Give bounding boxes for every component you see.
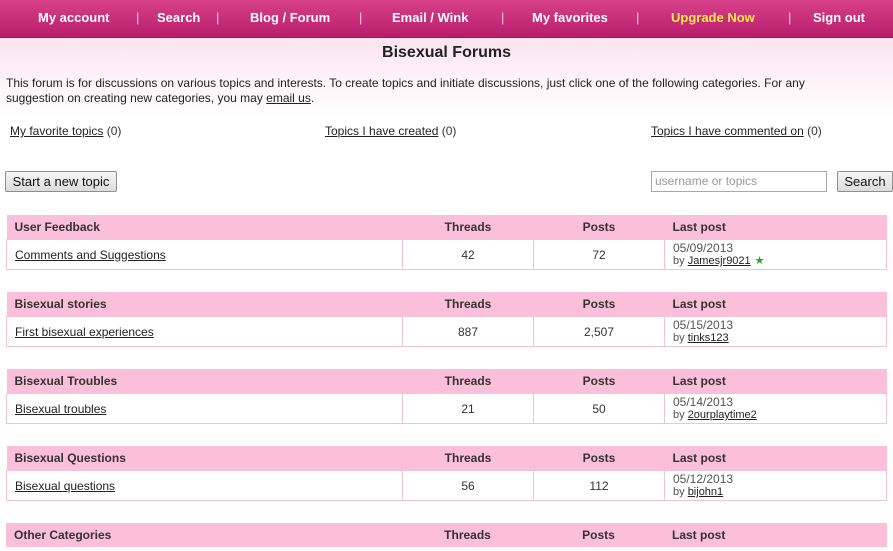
posts-count: 50: [533, 393, 665, 424]
nav-separator: |: [636, 10, 640, 25]
threads-header: Threads: [402, 292, 534, 317]
last-post-cell: 05/15/2013 by tinks123: [664, 316, 887, 347]
posts-count: 2,507: [533, 316, 665, 347]
commented-topics-link[interactable]: Topics I have commented on: [651, 124, 804, 138]
search-input[interactable]: username or topics: [651, 171, 827, 192]
nav-blog-forum[interactable]: Blog / Forum: [250, 10, 330, 25]
last-post-header: Last post: [664, 369, 887, 394]
category-table: Bisexual Troubles Threads Posts Last pos…: [6, 369, 887, 424]
posts-header: Posts: [533, 292, 665, 317]
table-row: First bisexual experiences 887 2,507 05/…: [6, 316, 887, 347]
last-post-date: 05/15/2013: [673, 318, 734, 332]
posts-count: 72: [533, 239, 665, 270]
topic-link[interactable]: Comments and Suggestions: [15, 248, 166, 262]
favorite-topics-link[interactable]: My favorite topics: [10, 124, 103, 138]
intro-end: .: [310, 91, 315, 105]
created-topics-count: (0): [441, 124, 457, 138]
start-new-topic-button[interactable]: Start a new topic: [5, 171, 117, 192]
category-name[interactable]: Other Categories: [6, 523, 402, 547]
nav-separator: |: [136, 10, 140, 25]
nav-separator: |: [501, 10, 505, 25]
category-header: Bisexual Troubles Threads Posts Last pos…: [6, 369, 887, 394]
last-post-header: Last post: [664, 292, 887, 317]
intro-text: This forum is for discussions on various…: [6, 76, 866, 106]
last-post-header: Last post: [664, 523, 887, 547]
last-post-date: 05/09/2013: [673, 241, 734, 255]
last-post-user[interactable]: 2ourplaytime2: [688, 409, 757, 421]
category-name[interactable]: Bisexual Questions: [6, 446, 403, 471]
last-post-user[interactable]: Jamesjr9021: [688, 255, 751, 267]
category-table: Other Categories Threads Posts Last post: [6, 523, 887, 547]
by-label: by: [673, 255, 685, 267]
threads-count: 887: [402, 316, 534, 347]
last-post-header: Last post: [664, 446, 887, 471]
posts-header: Posts: [533, 369, 665, 394]
intro-body: This forum is for discussions on various…: [6, 76, 805, 105]
last-post-header: Last post: [664, 215, 887, 240]
quick-link-favorites: My favorite topics (0): [10, 124, 121, 138]
topic-link[interactable]: First bisexual experiences: [15, 325, 154, 339]
threads-header: Threads: [402, 215, 534, 240]
nav-my-favorites[interactable]: My favorites: [532, 10, 608, 25]
category-name[interactable]: User Feedback: [6, 215, 403, 240]
nav-separator: |: [788, 10, 792, 25]
last-post-user[interactable]: tinks123: [688, 332, 729, 344]
page-title: Bisexual Forums: [382, 44, 511, 61]
last-post-user[interactable]: bijohn1: [688, 486, 723, 498]
last-post-cell: 05/12/2013 by bijohn1: [664, 470, 887, 501]
last-post-cell: 05/14/2013 by 2ourplaytime2: [664, 393, 887, 424]
favorite-topics-count: (0): [106, 124, 122, 138]
category-header: Bisexual stories Threads Posts Last post: [6, 292, 887, 317]
star-icon: ★: [754, 255, 765, 267]
posts-header: Posts: [533, 523, 664, 547]
category-name[interactable]: Bisexual stories: [6, 292, 403, 317]
by-label: by: [673, 332, 685, 344]
nav-search[interactable]: Search: [157, 10, 200, 25]
by-label: by: [673, 486, 685, 498]
created-topics-link[interactable]: Topics I have created: [325, 124, 438, 138]
by-label: by: [673, 409, 685, 421]
category-header: Bisexual Questions Threads Posts Last po…: [6, 446, 887, 471]
topic-link[interactable]: Bisexual troubles: [15, 402, 106, 416]
nav-separator: |: [359, 10, 363, 25]
nav-sign-out[interactable]: Sign out: [813, 10, 865, 25]
search-button[interactable]: Search: [837, 171, 893, 192]
posts-count: 112: [533, 470, 665, 501]
posts-header: Posts: [533, 446, 665, 471]
commented-topics-count: (0): [807, 124, 822, 138]
threads-count: 42: [402, 239, 534, 270]
category-table: Bisexual Questions Threads Posts Last po…: [6, 446, 887, 501]
category-table: User Feedback Threads Posts Last post Co…: [6, 215, 887, 270]
last-post-date: 05/14/2013: [673, 395, 734, 409]
last-post-date: 05/12/2013: [673, 472, 734, 486]
table-row: Bisexual questions 56 112 05/12/2013 by …: [6, 470, 887, 501]
quick-link-commented: Topics I have commented on (0): [651, 124, 822, 138]
table-row: Comments and Suggestions 42 72 05/09/201…: [6, 239, 887, 270]
threads-count: 21: [402, 393, 534, 424]
nav-my-account[interactable]: My account: [38, 10, 110, 25]
category-name[interactable]: Bisexual Troubles: [6, 369, 403, 394]
category-table: Bisexual stories Threads Posts Last post…: [6, 292, 887, 347]
topic-link[interactable]: Bisexual questions: [15, 479, 115, 493]
email-us-link[interactable]: email us: [266, 91, 311, 105]
table-row: Bisexual troubles 21 50 05/14/2013 by 2o…: [6, 393, 887, 424]
threads-header: Threads: [402, 369, 534, 394]
threads-count: 56: [402, 470, 534, 501]
quick-link-created: Topics I have created (0): [325, 124, 456, 138]
threads-header: Threads: [402, 446, 534, 471]
nav-upgrade-now[interactable]: Upgrade Now: [671, 10, 755, 25]
top-nav-bar: My account | Search | Blog / Forum | Ema…: [0, 0, 893, 38]
threads-header: Threads: [402, 523, 533, 547]
category-header: User Feedback Threads Posts Last post: [6, 215, 887, 240]
nav-email-wink[interactable]: Email / Wink: [392, 10, 468, 25]
last-post-cell: 05/09/2013 by Jamesjr9021 ★: [664, 239, 887, 270]
nav-separator: |: [216, 10, 220, 25]
posts-header: Posts: [533, 215, 665, 240]
category-header: Other Categories Threads Posts Last post: [6, 523, 887, 547]
